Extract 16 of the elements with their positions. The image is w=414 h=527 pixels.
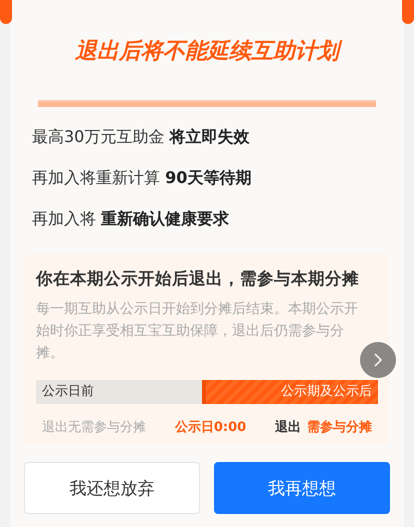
after-note: 需参与分摊 <box>307 420 372 435</box>
timeline-after-segment: 公示期及公示后 <box>202 380 378 404</box>
before-note: 退出无需参与分摊 <box>42 419 146 436</box>
consequence-text: 再加入将重新计算 90天等待期 <box>32 168 252 189</box>
notice-body: 每一期互助从公示日开始到分摊后结束。本期公示开始时你正享受相互宝互助保障，退出后仍需参与分摊。 <box>36 300 359 363</box>
cancel-button[interactable]: 我还想放弃 <box>24 462 200 514</box>
notice-heading: 你在本期公示开始后退出，需参与本期分摊 <box>36 268 360 290</box>
timeline-before-segment: 公示日前 <box>36 380 202 404</box>
confirm-button[interactable]: 我再想想 <box>214 462 390 514</box>
next-button[interactable] <box>360 342 396 378</box>
dialog-title: 退出后将不能延续互助计划 <box>24 36 390 66</box>
chevron-right-icon <box>373 352 383 368</box>
marker-label: 公示日0:00 <box>174 419 246 436</box>
consequence-text: 最高30万元互助金 将立即失效 <box>32 127 250 148</box>
consequence-text: 再加入将 重新确认健康要求 <box>32 209 230 230</box>
after-note-prefix: 退出 <box>275 420 301 435</box>
